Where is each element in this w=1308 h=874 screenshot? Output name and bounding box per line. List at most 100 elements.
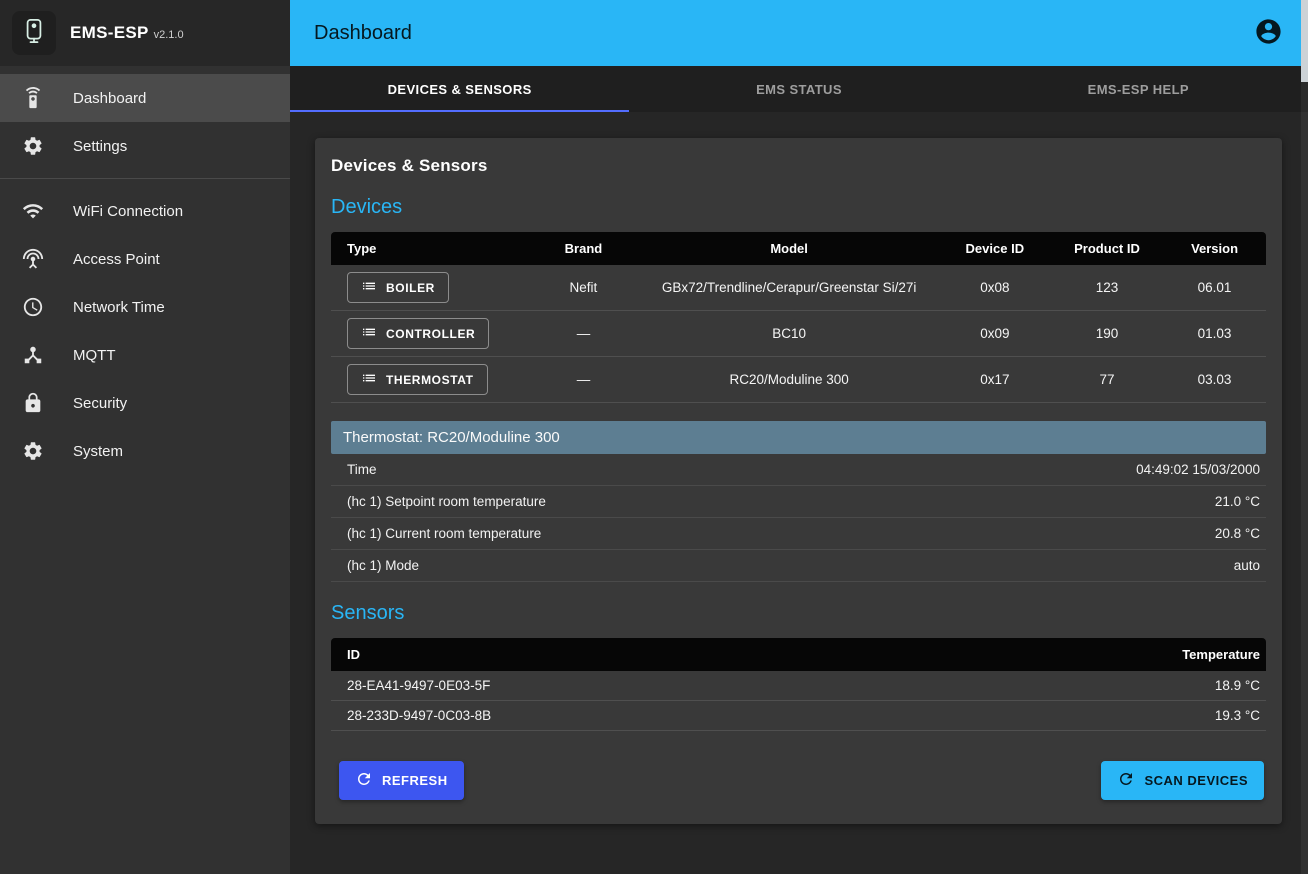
app-title-group: EMS-ESP v2.1.0: [70, 23, 184, 43]
detail-value: 21.0 °C: [1215, 494, 1260, 509]
ems-esp-logo: [12, 11, 56, 55]
col-type: Type: [331, 232, 527, 265]
col-device-id: Device ID: [939, 232, 1051, 265]
device-brand: —: [527, 357, 639, 403]
col-version: Version: [1163, 232, 1266, 265]
sensor-row: 28-233D-9497-0C03-8B 19.3 °C: [331, 701, 1266, 731]
device-icon: [21, 86, 45, 110]
devices-table-header-row: Type Brand Model Device ID Product ID Ve…: [331, 232, 1266, 265]
refresh-button[interactable]: REFRESH: [339, 761, 464, 800]
devices-sensors-card: Devices & Sensors Devices Type Brand Mod…: [315, 138, 1282, 824]
refresh-button-label: REFRESH: [382, 773, 448, 788]
app-title: EMS-ESP: [70, 23, 149, 42]
sidebar-item-label: Access Point: [73, 251, 160, 268]
sidebar-item-system[interactable]: System: [0, 427, 290, 475]
scrollbar-thumb[interactable]: [1301, 0, 1308, 82]
sidebar-item-access-point[interactable]: Access Point: [0, 235, 290, 283]
sidebar: EMS-ESP v2.1.0 Dashboard Settings: [0, 0, 290, 874]
device-brand: —: [527, 311, 639, 357]
device-id: 0x08: [939, 265, 1051, 311]
lock-icon: [21, 391, 45, 415]
app-version: v2.1.0: [154, 29, 184, 41]
detail-label: Time: [347, 462, 377, 477]
account-circle-icon: [1254, 17, 1283, 49]
tab-ems-status[interactable]: EMS STATUS: [629, 66, 968, 112]
clock-icon: [21, 295, 45, 319]
sensors-heading: Sensors: [331, 602, 1266, 625]
col-model: Model: [640, 232, 939, 265]
sidebar-nav: Dashboard Settings WiFi Connection Acc: [0, 66, 290, 475]
device-row-boiler: BOILER Nefit GBx72/Trendline/Cerapur/Gre…: [331, 265, 1266, 311]
device-brand: Nefit: [527, 265, 639, 311]
devices-heading: Devices: [331, 196, 1266, 219]
detail-label: (hc 1) Current room temperature: [347, 526, 541, 541]
gear-icon: [21, 134, 45, 158]
col-temperature: Temperature: [1004, 638, 1266, 671]
thermostat-button[interactable]: THERMOSTAT: [347, 364, 488, 395]
boiler-button[interactable]: BOILER: [347, 272, 449, 303]
device-version: 03.03: [1163, 357, 1266, 403]
device-id: 0x09: [939, 311, 1051, 357]
sidebar-item-wifi-connection[interactable]: WiFi Connection: [0, 187, 290, 235]
refresh-icon: [355, 770, 373, 791]
sensor-id: 28-EA41-9497-0E03-5F: [331, 671, 1004, 701]
actions-row: REFRESH SCAN DEVICES: [331, 761, 1266, 800]
product-id: 190: [1051, 311, 1163, 357]
refresh-icon: [1117, 770, 1135, 791]
page-title: Dashboard: [314, 22, 412, 45]
tab-ems-esp-help[interactable]: EMS-ESP HELP: [969, 66, 1308, 112]
col-sensor-id: ID: [331, 638, 1004, 671]
detail-row-current-temp: (hc 1) Current room temperature 20.8 °C: [331, 518, 1266, 550]
device-type-label: BOILER: [386, 281, 435, 295]
scan-devices-button-label: SCAN DEVICES: [1144, 773, 1248, 788]
sidebar-divider: [0, 178, 290, 179]
thermostat-details: Time 04:49:02 15/03/2000 (hc 1) Setpoint…: [331, 454, 1266, 582]
device-model: RC20/Moduline 300: [640, 357, 939, 403]
sidebar-header: EMS-ESP v2.1.0: [0, 0, 290, 66]
device-version: 01.03: [1163, 311, 1266, 357]
sidebar-item-label: MQTT: [73, 347, 116, 364]
antenna-icon: [21, 247, 45, 271]
sensor-row: 28-EA41-9497-0E03-5F 18.9 °C: [331, 671, 1266, 701]
product-id: 123: [1051, 265, 1163, 311]
scan-devices-button[interactable]: SCAN DEVICES: [1101, 761, 1264, 800]
sidebar-item-label: Settings: [73, 138, 127, 155]
sidebar-item-label: System: [73, 443, 123, 460]
scrollbar[interactable]: [1301, 0, 1308, 874]
detail-row-setpoint-temp: (hc 1) Setpoint room temperature 21.0 °C: [331, 486, 1266, 518]
devices-table: Type Brand Model Device ID Product ID Ve…: [331, 232, 1266, 403]
appbar: Dashboard: [290, 0, 1308, 66]
device-id: 0x17: [939, 357, 1051, 403]
sensor-temperature: 19.3 °C: [1004, 701, 1266, 731]
device-icon: [20, 17, 48, 50]
gear-icon: [21, 439, 45, 463]
list-icon: [361, 324, 377, 343]
sidebar-item-network-time[interactable]: Network Time: [0, 283, 290, 331]
sidebar-item-dashboard[interactable]: Dashboard: [0, 74, 290, 122]
list-icon: [361, 370, 377, 389]
device-row-thermostat: THERMOSTAT — RC20/Moduline 300 0x17 77 0…: [331, 357, 1266, 403]
col-product-id: Product ID: [1051, 232, 1163, 265]
thermostat-banner: Thermostat: RC20/Moduline 300: [331, 421, 1266, 454]
ems-esp-app: EMS-ESP v2.1.0 Dashboard Settings: [0, 0, 1308, 874]
detail-row-mode: (hc 1) Mode auto: [331, 550, 1266, 582]
account-button[interactable]: [1252, 17, 1284, 49]
detail-label: (hc 1) Setpoint room temperature: [347, 494, 546, 509]
content-area: Devices & Sensors Devices Type Brand Mod…: [290, 112, 1308, 874]
sidebar-item-settings[interactable]: Settings: [0, 122, 290, 170]
sidebar-item-mqtt[interactable]: MQTT: [0, 331, 290, 379]
device-model: GBx72/Trendline/Cerapur/Greenstar Si/27i: [640, 265, 939, 311]
sidebar-item-label: WiFi Connection: [73, 203, 183, 220]
detail-value: 20.8 °C: [1215, 526, 1260, 541]
sensors-table: ID Temperature 28-EA41-9497-0E03-5F 18.9…: [331, 638, 1266, 731]
wifi-icon: [21, 199, 45, 223]
detail-value: auto: [1234, 558, 1260, 573]
device-hub-icon: [21, 343, 45, 367]
col-brand: Brand: [527, 232, 639, 265]
device-type-label: THERMOSTAT: [386, 373, 474, 387]
tab-devices-sensors[interactable]: DEVICES & SENSORS: [290, 66, 629, 112]
list-icon: [361, 278, 377, 297]
controller-button[interactable]: CONTROLLER: [347, 318, 489, 349]
sensors-table-header-row: ID Temperature: [331, 638, 1266, 671]
sidebar-item-security[interactable]: Security: [0, 379, 290, 427]
